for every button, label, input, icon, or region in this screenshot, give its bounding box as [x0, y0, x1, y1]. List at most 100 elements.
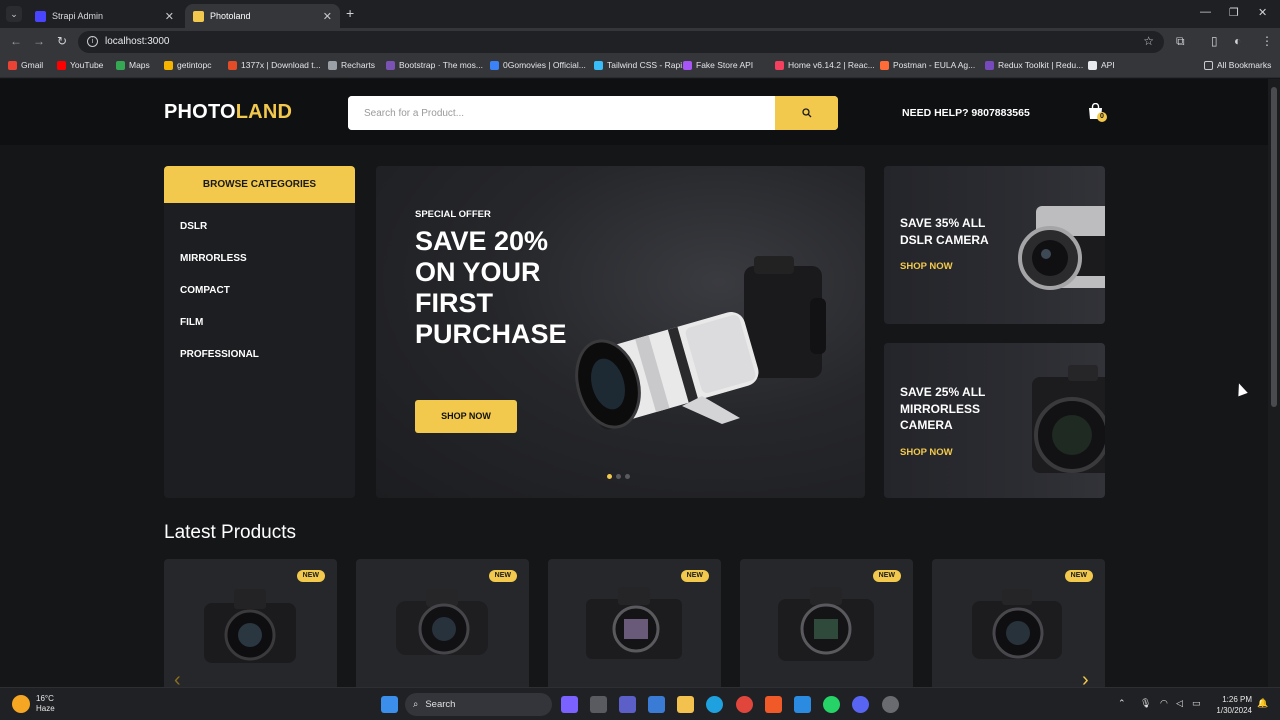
bookmark-item[interactable]: Home v6.14.2 | Reac...	[775, 60, 875, 70]
bookmark-star-icon[interactable]: ☆	[1143, 34, 1154, 48]
teams-icon[interactable]	[619, 696, 636, 713]
microphone-icon[interactable]: 🎙	[1140, 698, 1151, 709]
taskbar-search[interactable]: ⌕ Search	[405, 693, 552, 716]
photoland-favicon-icon	[193, 10, 204, 22]
scrollbar-thumb[interactable]	[1271, 87, 1277, 407]
search-input[interactable]	[348, 96, 774, 130]
volume-icon[interactable]: ◁	[1176, 698, 1183, 709]
bookmark-item[interactable]: API	[1088, 60, 1115, 70]
promo-shop-now-link[interactable]: SHOP NOW	[900, 261, 953, 272]
product-card[interactable]: NEW	[740, 559, 913, 687]
bookmark-item[interactable]: getintopc	[164, 60, 212, 70]
weather-widget[interactable]: 16°C Haze	[12, 694, 55, 714]
product-card[interactable]: NEW	[356, 559, 529, 687]
notifications-bell-icon[interactable]: 🔔	[1257, 698, 1268, 709]
address-bar[interactable]: i localhost:3000 ☆	[78, 31, 1164, 53]
page-scrollbar[interactable]	[1268, 79, 1280, 687]
reload-icon[interactable]: ↻	[57, 34, 67, 48]
bookmark-item[interactable]: 0Gomovies | Official...	[490, 60, 586, 70]
back-icon[interactable]: ←	[10, 34, 22, 48]
file-explorer-icon[interactable]	[677, 696, 694, 713]
bookmark-item[interactable]: Bootstrap · The mos...	[386, 60, 483, 70]
bookmark-item[interactable]: Tailwind CSS - Rapi...	[594, 60, 689, 70]
bookmark-item[interactable]: 1377x | Download t...	[228, 60, 321, 70]
profile-avatar-icon[interactable]: ◐	[1234, 34, 1241, 48]
search-button[interactable]	[775, 96, 838, 130]
copilot-icon[interactable]	[561, 696, 578, 713]
hero-camera-image	[575, 256, 826, 430]
brave-icon[interactable]	[765, 696, 782, 713]
new-tab-button[interactable]: +	[346, 5, 354, 21]
slider-dot[interactable]	[625, 474, 630, 479]
cart-button[interactable]: 0	[1088, 102, 1107, 123]
slider-dot-active[interactable]	[607, 474, 612, 479]
product-card[interactable]: NEW	[164, 559, 337, 687]
side-panel-icon[interactable]: ▯	[1211, 34, 1218, 48]
tray-chevron-icon[interactable]: ⌃	[1118, 698, 1126, 709]
tab-strapi-admin[interactable]: Strapi Admin ✕	[27, 4, 182, 28]
gomovies-icon	[490, 60, 499, 70]
hero-shop-now-button[interactable]: SHOP NOW	[415, 400, 517, 433]
whatsapp-icon[interactable]	[823, 696, 840, 713]
bookmark-item[interactable]: Maps	[116, 60, 150, 70]
category-item-mirrorless[interactable]: MIRRORLESS	[180, 253, 355, 285]
restore-icon[interactable]: ❐	[1229, 6, 1239, 19]
bookmark-item[interactable]: Fake Store API	[683, 60, 753, 70]
discord-icon[interactable]	[852, 696, 869, 713]
folder-icon	[1204, 60, 1213, 70]
site-info-icon[interactable]: i	[87, 36, 98, 47]
forward-icon[interactable]: →	[33, 34, 45, 48]
store-icon[interactable]	[648, 696, 665, 713]
weather-temp: 16°C	[36, 694, 54, 703]
hero-title-line: PURCHASE	[415, 319, 567, 349]
minimize-icon[interactable]: —	[1200, 6, 1211, 18]
bookmark-label: 0Gomovies | Official...	[503, 60, 586, 70]
search-icon	[801, 108, 811, 118]
bookmark-item[interactable]: Gmail	[8, 60, 43, 70]
store-icon	[683, 60, 692, 70]
site-logo[interactable]: PHOTOLAND	[164, 101, 292, 124]
category-item-film[interactable]: FILM	[180, 317, 355, 349]
vscode-icon[interactable]	[794, 696, 811, 713]
browser-menu-icon[interactable]: ⋮	[1261, 34, 1273, 48]
camera-image	[204, 589, 296, 663]
product-card[interactable]: NEW	[932, 559, 1105, 687]
chrome-icon[interactable]	[736, 696, 753, 713]
toolbar: ← → ↻ i localhost:3000 ☆ ⧉ ▯ ◐ ⋮	[0, 28, 1280, 56]
hero-title-line: SAVE 20%	[415, 226, 549, 256]
category-item-compact[interactable]: COMPACT	[180, 285, 355, 317]
hero-title: SAVE 20% ON YOUR FIRST PURCHASE	[415, 226, 585, 350]
slider-dot[interactable]	[616, 474, 621, 479]
edge-icon[interactable]	[706, 696, 723, 713]
tab-photoland[interactable]: Photoland ✕	[185, 4, 340, 28]
window-close-icon[interactable]: ✕	[1258, 6, 1267, 19]
system-clock[interactable]: 1:26 PM 1/30/2024	[1210, 694, 1252, 716]
carousel-next-icon[interactable]: ›	[1082, 669, 1089, 687]
product-card[interactable]: NEW	[548, 559, 721, 687]
all-bookmarks-button[interactable]: All Bookmarks	[1204, 60, 1271, 70]
bookmark-item[interactable]: Postman - EULA Ag...	[880, 60, 975, 70]
redux-icon	[985, 60, 994, 70]
battery-icon[interactable]: ▭	[1192, 698, 1201, 709]
bookmark-item[interactable]: Redux Toolkit | Redu...	[985, 60, 1083, 70]
hero-kicker: SPECIAL OFFER	[415, 209, 491, 220]
windows-start-icon[interactable]	[381, 696, 398, 713]
tab-search-button[interactable]: ⌄	[6, 6, 22, 22]
promo-shop-now-link[interactable]: SHOP NOW	[900, 447, 953, 458]
promo-dslr-camera-image	[1018, 206, 1105, 290]
category-item-dslr[interactable]: DSLR	[180, 221, 355, 253]
url-text[interactable]: localhost:3000	[105, 36, 170, 47]
all-bookmarks-label: All Bookmarks	[1217, 60, 1272, 70]
task-view-icon[interactable]	[590, 696, 607, 713]
bookmark-item[interactable]: YouTube	[57, 60, 103, 70]
bookmark-item[interactable]: Recharts	[328, 60, 375, 70]
extensions-icon[interactable]: ⧉	[1176, 34, 1185, 49]
tailwind-icon	[594, 60, 603, 70]
close-icon[interactable]: ✕	[323, 10, 332, 23]
wifi-icon[interactable]: ◠	[1160, 698, 1168, 709]
settings-icon[interactable]	[882, 696, 899, 713]
hero-title-line: FIRST	[415, 288, 493, 318]
close-icon[interactable]: ✕	[165, 10, 174, 23]
category-item-professional[interactable]: PROFESSIONAL	[180, 349, 355, 381]
carousel-prev-icon[interactable]: ‹	[174, 669, 181, 687]
